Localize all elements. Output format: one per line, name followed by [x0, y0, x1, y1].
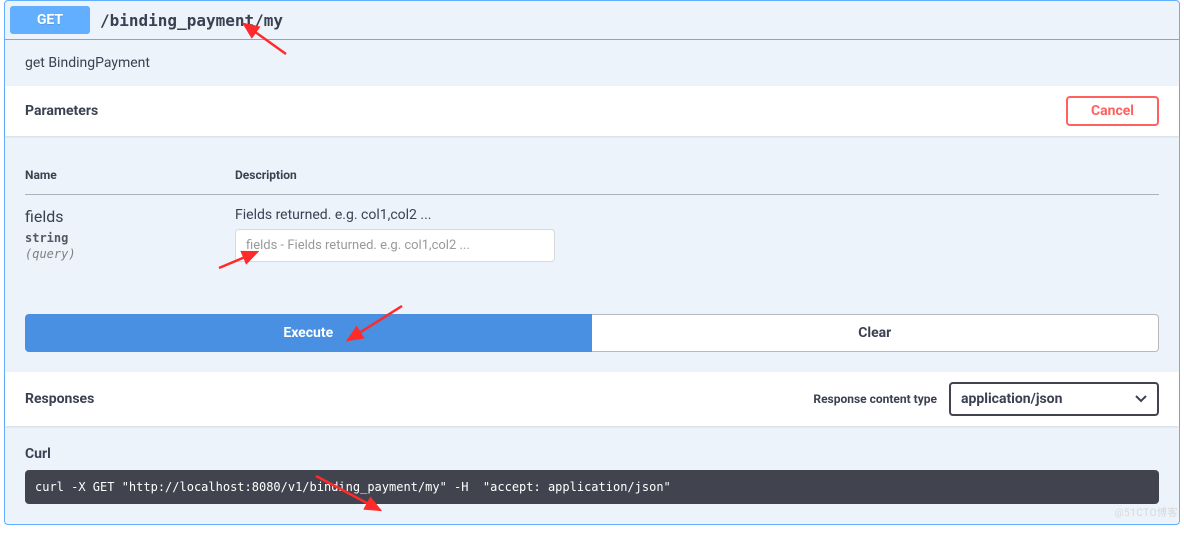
http-method-badge: GET: [10, 6, 90, 34]
operation-summary-row[interactable]: GET /binding_payment/my: [5, 1, 1179, 40]
clear-button[interactable]: Clear: [592, 314, 1160, 352]
execute-row: Execute Clear: [5, 294, 1179, 372]
curl-section: Curl curl -X GET "http://localhost:8080/…: [5, 426, 1179, 524]
content-type-row: Response content type application/json: [813, 382, 1159, 416]
param-value-input[interactable]: [235, 229, 555, 262]
parameters-table-wrap: Name Description fields string (query) F…: [5, 136, 1179, 294]
parameters-title: Parameters: [25, 103, 98, 119]
operation-summary-text: get BindingPayment: [5, 40, 1179, 86]
parameter-row: fields string (query) Fields returned. e…: [25, 195, 1159, 275]
param-description: Fields returned. e.g. col1,col2 ...: [235, 207, 1159, 223]
param-type: string: [25, 226, 235, 247]
curl-command[interactable]: curl -X GET "http://localhost:8080/v1/bi…: [25, 470, 1159, 504]
column-header-description: Description: [235, 156, 1159, 195]
param-in: (query): [25, 247, 235, 261]
param-name: fields: [25, 207, 235, 226]
parameters-table: Name Description fields string (query) F…: [25, 156, 1159, 274]
operation-block: GET /binding_payment/my get BindingPayme…: [4, 0, 1180, 525]
parameters-header: Parameters Cancel: [5, 86, 1179, 136]
watermark-text: @51CTO博客: [1115, 504, 1178, 519]
responses-header: Responses Response content type applicat…: [5, 372, 1179, 426]
curl-title: Curl: [25, 446, 1159, 462]
content-type-select[interactable]: application/json: [949, 382, 1159, 416]
cancel-button[interactable]: Cancel: [1066, 96, 1159, 126]
responses-title: Responses: [25, 391, 94, 407]
column-header-name: Name: [25, 156, 235, 195]
operation-path: /binding_payment/my: [90, 11, 293, 30]
content-type-label: Response content type: [813, 392, 937, 406]
execute-button[interactable]: Execute: [25, 314, 592, 352]
